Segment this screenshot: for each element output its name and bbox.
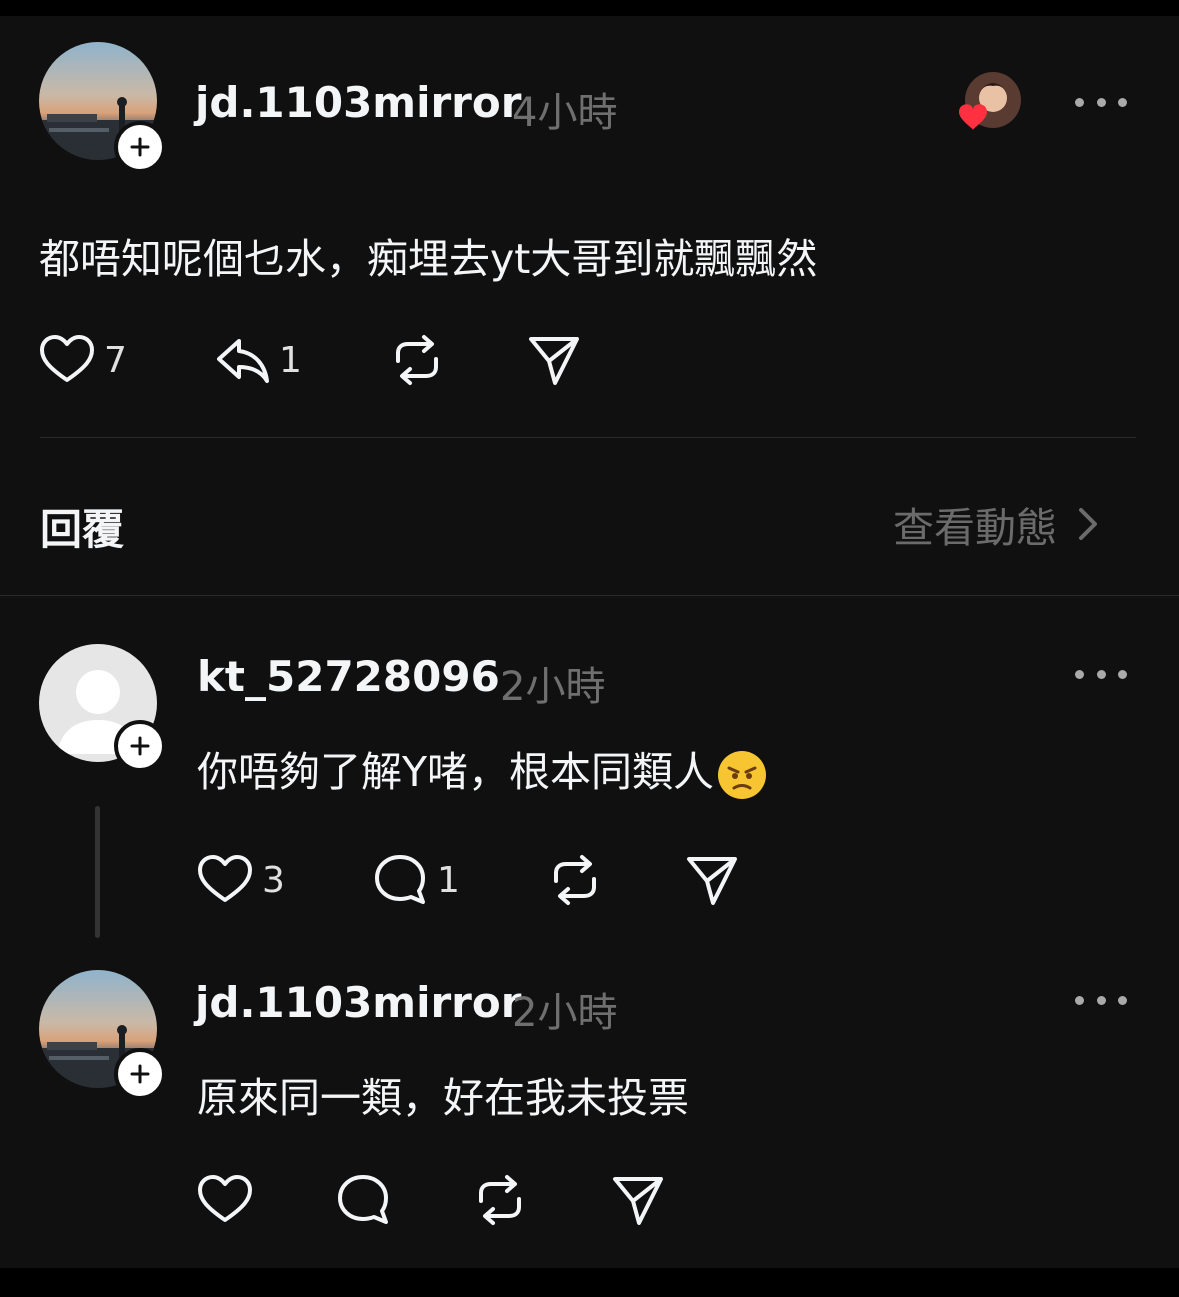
header-divider xyxy=(0,595,1179,596)
comment-1-follow-plus-icon[interactable] xyxy=(114,720,166,772)
post-reply-button[interactable]: 1 xyxy=(213,330,302,390)
comment-2-reply-button[interactable] xyxy=(334,1170,392,1230)
post-time: 4小時 xyxy=(512,90,618,136)
replies-section-label: 回覆 xyxy=(40,505,125,554)
chevron-right-icon xyxy=(1079,508,1097,540)
heart-icon xyxy=(198,855,252,902)
comment-1-share-button[interactable] xyxy=(683,850,741,910)
reply-icon xyxy=(217,339,269,383)
post-share-button[interactable] xyxy=(525,330,583,390)
comment-2-username[interactable]: jd.1103mirror xyxy=(195,978,521,1027)
liker-avatar[interactable] xyxy=(955,68,1025,138)
post-repost-button[interactable] xyxy=(388,330,446,390)
repost-icon xyxy=(479,1175,521,1225)
follow-plus-icon[interactable] xyxy=(114,121,166,173)
share-icon xyxy=(687,857,737,905)
comment-2-like-button[interactable] xyxy=(196,1170,254,1230)
bottom-black-bar xyxy=(0,1268,1179,1297)
heart-icon xyxy=(40,335,94,382)
heart-icon xyxy=(198,1175,252,1222)
view-activity-link[interactable]: 查看動態 xyxy=(893,494,1103,554)
comment-1-more-icon[interactable] xyxy=(1075,666,1127,682)
view-activity-label: 查看動態 xyxy=(893,504,1057,552)
post-reply-count: 1 xyxy=(279,339,302,381)
post-like-count: 7 xyxy=(104,339,127,381)
comment-1-text-content: 你唔夠了解Y啫，根本同類人 xyxy=(197,748,715,796)
comment-2-time: 2小時 xyxy=(512,990,618,1036)
comment-2-more-icon[interactable] xyxy=(1075,992,1127,1008)
comment-2-repost-button[interactable] xyxy=(471,1170,529,1230)
comment-2-follow-plus-icon[interactable] xyxy=(114,1048,166,1100)
comment-1-time: 2小時 xyxy=(500,664,606,710)
comment-1-repost-button[interactable] xyxy=(546,850,604,910)
comment-bubble-icon xyxy=(338,1175,388,1224)
post-username[interactable]: jd.1103mirror xyxy=(195,78,521,127)
thread-line xyxy=(95,806,100,938)
comment-1-text: 你唔夠了解Y啫，根本同類人 xyxy=(197,738,768,801)
repost-icon xyxy=(396,335,438,385)
comment-1-username[interactable]: kt_52728096 xyxy=(197,652,500,701)
comment-1-reply-button[interactable]: 1 xyxy=(371,850,460,910)
comment-1-reply-count: 1 xyxy=(437,859,460,901)
share-icon xyxy=(529,337,579,385)
post-like-button[interactable]: 7 xyxy=(38,330,127,390)
comment-1-like-button[interactable]: 3 xyxy=(196,850,285,910)
comment-2-text: 原來同一類，好在我未投票 xyxy=(197,1074,689,1122)
post-text: 都唔知呢個乜水，痴埋去yt大哥到就飄飄然 xyxy=(39,235,818,283)
top-black-bar xyxy=(0,0,1179,16)
post-more-icon[interactable] xyxy=(1075,94,1127,110)
comment-2-share-button[interactable] xyxy=(609,1170,667,1230)
share-icon xyxy=(613,1177,663,1225)
comment-bubble-icon xyxy=(375,855,425,904)
repost-icon xyxy=(554,855,596,905)
comment-1-like-count: 3 xyxy=(262,859,285,901)
angry-face-emoji xyxy=(718,751,767,799)
post-divider xyxy=(40,437,1136,438)
